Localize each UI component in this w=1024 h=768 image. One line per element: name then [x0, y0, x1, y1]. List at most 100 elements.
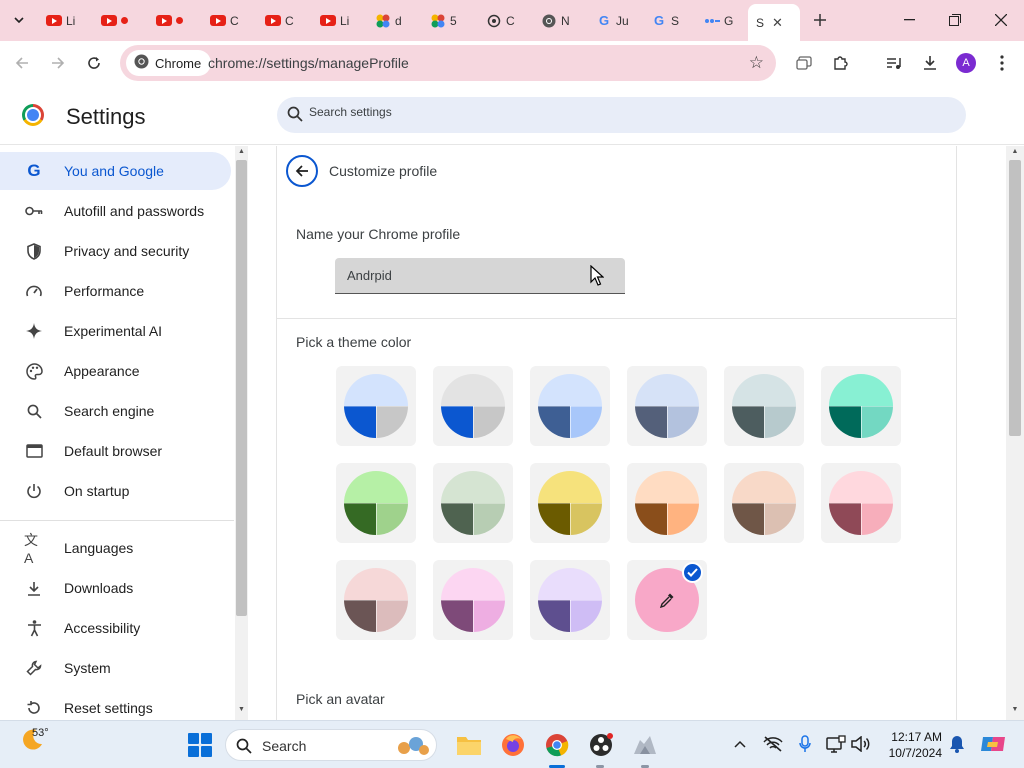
sidebar-item-privacy[interactable]: Privacy and security [0, 232, 231, 270]
tab-label: Li [66, 13, 76, 28]
theme-color-option[interactable] [433, 463, 513, 543]
theme-color-option[interactable] [627, 463, 707, 543]
theme-color-option[interactable] [821, 366, 901, 446]
clock-time: 12:17 AM [891, 730, 942, 744]
theme-color-option[interactable] [530, 366, 610, 446]
notification-bell-icon[interactable] [947, 734, 967, 754]
obs-icon[interactable] [587, 731, 615, 759]
theme-color-option[interactable] [433, 366, 513, 446]
minimize-button[interactable] [897, 8, 921, 32]
sidebar-item-accessibility[interactable]: Accessibility [0, 609, 231, 647]
tab-youtube-6[interactable]: Li [320, 6, 360, 35]
new-tab-button[interactable] [809, 9, 831, 31]
media-controls-button[interactable] [882, 51, 906, 75]
firefox-icon[interactable] [499, 731, 527, 759]
display-icon[interactable] [826, 734, 846, 754]
cast-button[interactable] [792, 51, 816, 75]
tab-settings[interactable]: S ✕ [748, 4, 800, 41]
sidebar-item-label: Search engine [64, 403, 155, 419]
profile-name-input[interactable] [335, 258, 625, 294]
theme-color-option[interactable] [821, 463, 901, 543]
chrome-icon[interactable] [543, 731, 571, 759]
tab-youtube-4[interactable]: C [210, 6, 250, 35]
scroll-down-arrow-icon[interactable]: ▼ [236, 706, 247, 716]
start-button[interactable] [188, 733, 212, 757]
tab-chatgpt[interactable]: C [486, 6, 526, 35]
sidebar-item-default-browser[interactable]: Default browser [0, 432, 231, 470]
site-info-chip[interactable]: Chrome [126, 50, 212, 76]
extensions-button[interactable] [828, 51, 852, 75]
theme-color-preview [732, 471, 796, 535]
custom-theme-color-option[interactable] [627, 560, 707, 640]
file-explorer-icon[interactable] [455, 731, 483, 759]
profile-avatar-button[interactable]: A [956, 53, 976, 73]
sidebar-item-appearance[interactable]: Appearance [0, 352, 231, 390]
scroll-up-arrow-icon[interactable]: ▲ [1009, 148, 1021, 158]
tab-pinwheel-1[interactable]: d [375, 6, 415, 35]
forward-nav-button[interactable] [46, 51, 70, 75]
sidebar-item-performance[interactable]: Performance [0, 272, 231, 310]
theme-color-option[interactable] [724, 366, 804, 446]
tab-label: S [756, 15, 765, 30]
close-window-button[interactable] [989, 8, 1013, 32]
chrome-menu-button[interactable] [990, 51, 1014, 75]
tab-youtube-5[interactable]: C [265, 6, 305, 35]
tab-pinwheel-2[interactable]: 5 [430, 6, 470, 35]
sidebar-item-you-and-google[interactable]: G You and Google [0, 152, 231, 190]
copilot-icon[interactable] [980, 734, 1006, 754]
tab-label: d [395, 13, 402, 28]
settings-search[interactable] [277, 97, 966, 133]
url-text[interactable]: chrome://settings/manageProfile [208, 55, 409, 71]
theme-color-option[interactable] [336, 560, 416, 640]
power-icon [24, 481, 44, 501]
chatgpt-icon [486, 13, 502, 29]
theme-color-option[interactable] [530, 463, 610, 543]
chevron-up-icon[interactable] [730, 734, 750, 754]
search-input[interactable] [309, 105, 909, 119]
sidebar-item-experimental-ai[interactable]: Experimental AI [0, 312, 231, 350]
fox-app-icon[interactable] [631, 731, 659, 759]
tab-google-2[interactable]: G S [651, 6, 691, 35]
theme-color-option[interactable] [433, 560, 513, 640]
restore-button[interactable] [943, 8, 967, 32]
tab-youtube-3[interactable] [156, 6, 196, 35]
bookmark-star-icon[interactable]: ☆ [749, 53, 764, 73]
reload-button[interactable] [82, 51, 106, 75]
tab-youtube-1[interactable]: Li [46, 6, 84, 35]
address-bar[interactable]: Chrome chrome://settings/manageProfile ☆ [120, 45, 776, 81]
theme-color-option[interactable] [530, 560, 610, 640]
sidebar-item-on-startup[interactable]: On startup [0, 472, 231, 510]
sidebar-item-languages[interactable]: 文A Languages [0, 529, 231, 567]
theme-color-option[interactable] [724, 463, 804, 543]
microphone-icon[interactable] [795, 734, 815, 754]
sidebar-item-system[interactable]: System [0, 649, 231, 687]
sidebar-item-search-engine[interactable]: Search engine [0, 392, 231, 430]
youtube-icon [101, 13, 117, 29]
back-button[interactable] [286, 155, 318, 187]
tab-google-1[interactable]: G Ju [596, 6, 636, 35]
back-nav-button[interactable] [10, 51, 34, 75]
main-scroll-thumb[interactable] [1009, 160, 1021, 436]
tab-chrome[interactable]: N [541, 6, 581, 35]
plus-icon [814, 14, 826, 26]
close-tab-icon[interactable]: ✕ [772, 15, 783, 31]
sidebar-scroll-thumb[interactable] [236, 160, 247, 616]
sidebar-item-autofill[interactable]: Autofill and passwords [0, 192, 231, 230]
theme-color-option[interactable] [336, 366, 416, 446]
tab-password[interactable]: G [704, 6, 746, 35]
tab-search-button[interactable] [8, 9, 30, 31]
sidebar-divider [0, 520, 234, 521]
taskbar-clock[interactable]: 12:17 AM 10/7/2024 [884, 729, 942, 761]
sidebar-item-downloads[interactable]: Downloads [0, 569, 231, 607]
scroll-down-arrow-icon[interactable]: ▼ [1009, 706, 1021, 716]
tab-youtube-2[interactable] [101, 6, 141, 35]
taskbar-search[interactable]: Search [225, 729, 437, 761]
tab-label: N [561, 13, 570, 28]
downloads-button[interactable] [918, 51, 942, 75]
pinwheel-icon [430, 13, 446, 29]
theme-color-option[interactable] [336, 463, 416, 543]
scroll-up-arrow-icon[interactable]: ▲ [236, 148, 247, 158]
volume-icon[interactable] [851, 734, 871, 754]
theme-color-option[interactable] [627, 366, 707, 446]
network-off-icon[interactable] [763, 734, 783, 754]
